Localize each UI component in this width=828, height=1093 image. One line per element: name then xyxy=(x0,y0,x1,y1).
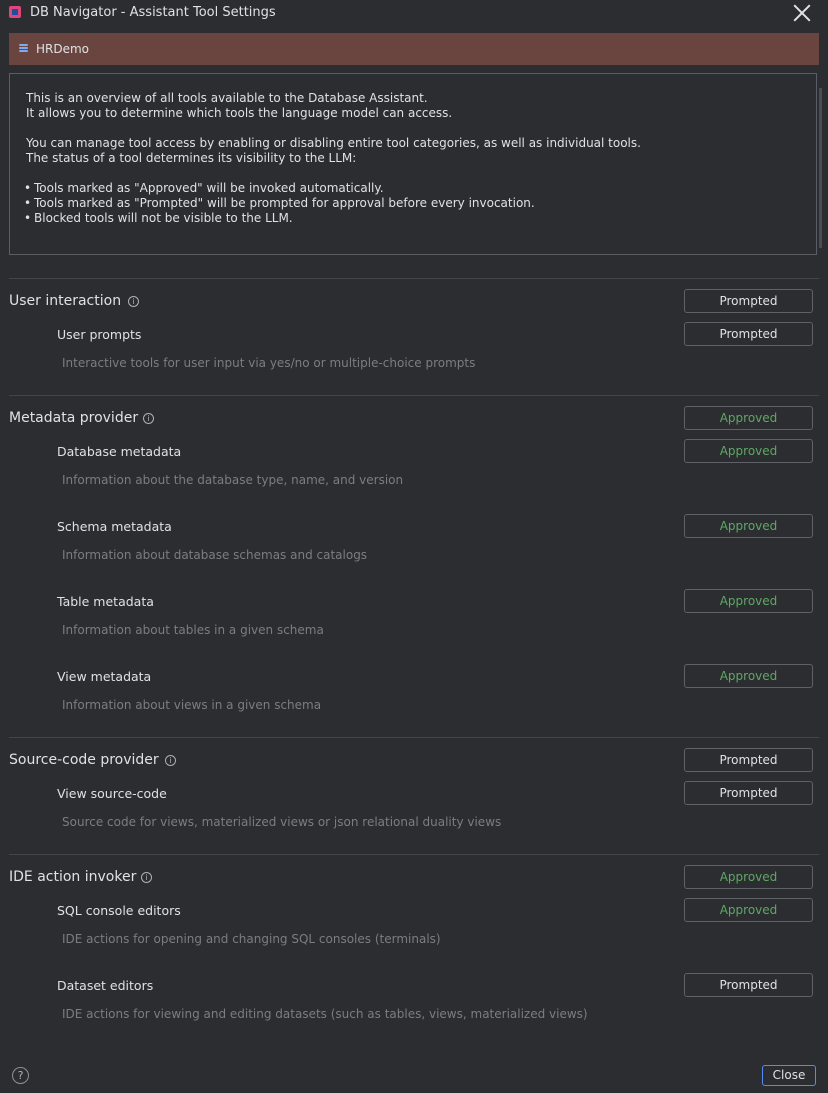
tool-view-metadata: View metadata xyxy=(57,669,152,684)
tool-description: Interactive tools for user input via yes… xyxy=(62,356,476,370)
category-user-interaction: User interaction xyxy=(9,293,122,309)
tool-status-schema-metadata[interactable]: Approved xyxy=(684,514,813,538)
tool-status-view-source-code[interactable]: Prompted xyxy=(684,781,813,805)
category-status-metadata-provider[interactable]: Approved xyxy=(684,406,813,430)
category-ide-action-invoker: IDE action invoker xyxy=(9,869,137,885)
close-button[interactable]: Close xyxy=(762,1065,816,1086)
overview-line: The status of a tool determines its visi… xyxy=(26,151,357,165)
close-icon[interactable] xyxy=(792,3,812,23)
tool-dataset-editors: Dataset editors xyxy=(57,978,154,993)
section-divider xyxy=(9,278,819,279)
tool-status-view-metadata[interactable]: Approved xyxy=(684,664,813,688)
tool-description: Source code for views, materialized view… xyxy=(62,815,502,829)
overview-line: It allows you to determine which tools t… xyxy=(26,106,453,120)
tool-description: Information about tables in a given sche… xyxy=(62,623,324,637)
help-icon[interactable]: ? xyxy=(12,1067,29,1084)
title-bar: DB Navigator - Assistant Tool Settings xyxy=(0,0,828,26)
window-title: DB Navigator - Assistant Tool Settings xyxy=(30,5,276,20)
database-icon xyxy=(19,44,28,54)
tool-status-user-prompts[interactable]: Prompted xyxy=(684,322,813,346)
info-icon[interactable]: i xyxy=(141,872,152,883)
tool-table-metadata: Table metadata xyxy=(57,594,154,609)
overview-line: You can manage tool access by enabling o… xyxy=(26,136,641,150)
overview-bullet: Tools marked as "Approved" will be invok… xyxy=(26,181,641,196)
tool-status-database-metadata[interactable]: Approved xyxy=(684,439,813,463)
section-divider xyxy=(9,854,819,855)
category-source-code-provider: Source-code provider xyxy=(9,752,159,768)
category-status-user-interaction[interactable]: Prompted xyxy=(684,289,813,313)
overview-line: This is an overview of all tools availab… xyxy=(26,91,428,105)
category-status-ide-action-invoker[interactable]: Approved xyxy=(684,865,813,889)
tool-user-prompts: User prompts xyxy=(57,327,142,342)
tool-description: IDE actions for viewing and editing data… xyxy=(62,1007,588,1021)
tool-description: Information about the database type, nam… xyxy=(62,473,404,487)
app-icon xyxy=(9,6,21,18)
connection-name: HRDemo xyxy=(36,42,90,56)
tool-database-metadata: Database metadata xyxy=(57,444,182,459)
overview-bullet: Blocked tools will not be visible to the… xyxy=(26,211,641,226)
tool-status-dataset-editors[interactable]: Prompted xyxy=(684,973,813,997)
tool-description: IDE actions for opening and changing SQL… xyxy=(62,932,441,946)
section-divider xyxy=(9,395,819,396)
category-status-source-code-provider[interactable]: Prompted xyxy=(684,748,813,772)
tool-schema-metadata: Schema metadata xyxy=(57,519,172,534)
overview-bullet: Tools marked as "Prompted" will be promp… xyxy=(26,196,641,211)
category-metadata-provider: Metadata provider xyxy=(9,410,139,426)
tool-sql-console-editors: SQL console editors xyxy=(57,903,181,918)
info-icon[interactable]: i xyxy=(143,413,154,424)
connection-bar: HRDemo xyxy=(9,33,819,65)
info-icon[interactable]: i xyxy=(128,296,139,307)
tool-description: Information about views in a given schem… xyxy=(62,698,322,712)
info-icon[interactable]: i xyxy=(165,755,176,766)
tool-status-sql-console-editors[interactable]: Approved xyxy=(684,898,813,922)
section-divider xyxy=(9,737,819,738)
tool-view-source-code: View source-code xyxy=(57,786,167,801)
overview-scrollbar[interactable] xyxy=(819,88,822,248)
tool-status-table-metadata[interactable]: Approved xyxy=(684,589,813,613)
overview-panel: This is an overview of all tools availab… xyxy=(9,73,822,255)
tool-description: Information about database schemas and c… xyxy=(62,548,368,562)
